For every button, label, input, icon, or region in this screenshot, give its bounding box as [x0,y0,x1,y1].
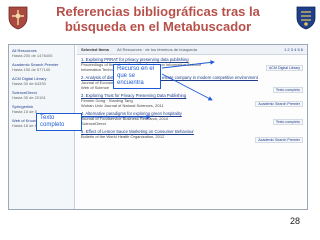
sidebar-item[interactable]: ScienceDirect Hasta 35 de 20151 [12,90,71,100]
results-panel: Selected Items All Resources · de tus té… [77,45,307,209]
result-item: 4. Alternative paradigms for exploring g… [77,109,307,127]
university-crest-left [8,6,28,30]
result-source-button[interactable]: Academic Search Premier [255,101,303,107]
slide-title: Referencias bibliográficas tras la búsqu… [56,4,260,34]
result-item: 5. Effect of Lemon Sauce Marketing on Co… [77,127,307,143]
sidebar-item-count: Hasta 200 de 1476405 [12,53,53,58]
result-source-button[interactable]: Academic Search Premier [255,137,303,143]
sidebar-item-count: Hasta 150 de 577140 [12,67,51,72]
results-summary: All Resources · de tus términos de búsqu… [117,47,197,52]
result-item: 2. Analysis of distributed algorithms fo… [77,73,307,93]
sidebar-item[interactable]: Academic Search Premier Hasta 150 de 577… [12,62,71,72]
sidebar-item[interactable]: ACM Digital Library Hasta 30 de 64330 [12,76,71,86]
callout-texto-completo: Texto completo [36,113,82,131]
university-crest-right [296,6,316,30]
result-item: 1. Exploring PRRAT for privacy preservin… [77,55,307,73]
pagination[interactable]: 1 2 3 4 5 6 [284,47,303,52]
result-source-button[interactable]: ACM Digital Library [266,65,303,71]
callout-recurso: Recurso en el que se encuentra [113,64,161,89]
page-number: 28 [290,216,301,226]
sidebar-item-count: Hasta 35 de 20151 [12,95,46,100]
result-citation: ScienceDirect [81,121,106,126]
results-topbar: Selected Items All Resources · de tus té… [77,45,307,55]
selected-items-label[interactable]: Selected Items [81,47,109,52]
result-fulltext-button[interactable]: Texto completo [272,119,303,125]
result-item: 3. Exploring Trust for Privacy Preservin… [77,91,307,109]
sidebar-item[interactable]: All Resources Hasta 200 de 1476405 [12,48,71,58]
sidebar-item-count: Hasta 30 de 64330 [12,81,46,86]
